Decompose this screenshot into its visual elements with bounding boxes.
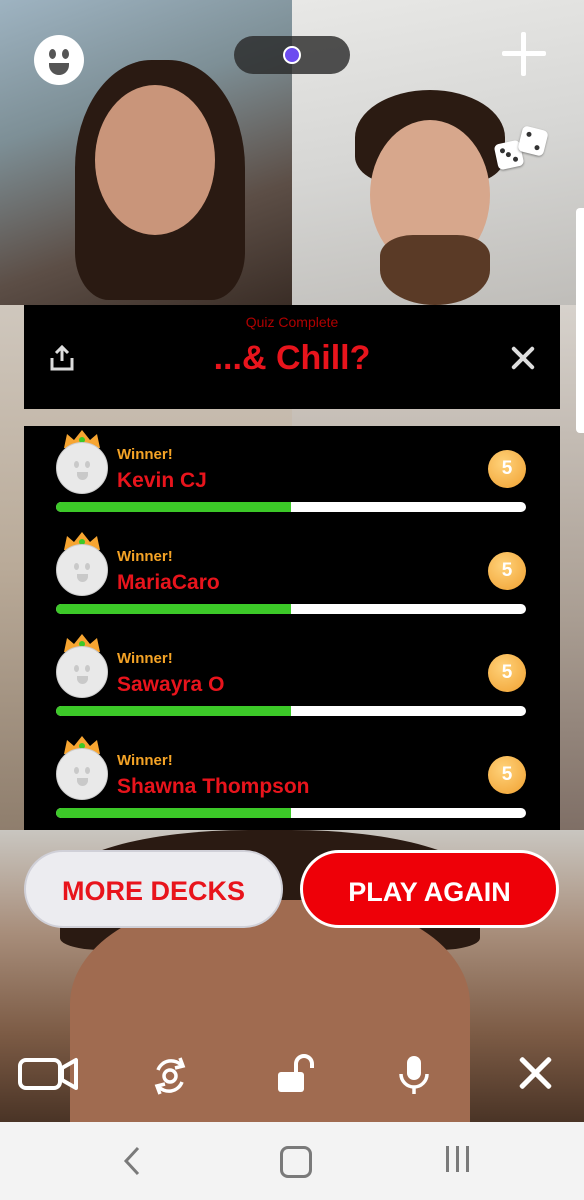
list-item: Winner! Kevin CJ 5 (24, 426, 560, 528)
progress-bar (56, 604, 526, 614)
home-icon[interactable] (280, 1146, 312, 1178)
avatar (56, 646, 108, 698)
dice-icon[interactable] (493, 124, 552, 174)
player-name: Shawna Thompson (117, 775, 310, 798)
winner-label: Winner! (117, 548, 173, 565)
score-badge: 5 (488, 654, 526, 692)
score-badge: 5 (488, 450, 526, 488)
progress-bar (56, 808, 526, 818)
score-badge: 5 (488, 756, 526, 794)
recent-apps-icon[interactable] (444, 1146, 474, 1176)
edge-panel-handle[interactable] (576, 208, 584, 433)
plus-icon[interactable] (500, 30, 548, 78)
flip-camera-icon[interactable] (150, 1054, 194, 1095)
share-icon[interactable] (50, 344, 74, 371)
record-indicator-icon (283, 46, 301, 64)
smiley-face-icon[interactable] (34, 35, 84, 85)
results-list: Winner! Kevin CJ 5 Winner! MariaCaro 5 W… (24, 426, 560, 830)
participant-2-beard (380, 235, 490, 305)
list-item: Winner! Sawayra O 5 (24, 630, 560, 732)
player-name: Sawayra O (117, 673, 225, 696)
list-item: Winner! MariaCaro 5 (24, 528, 560, 630)
player-name: Kevin CJ (117, 469, 207, 492)
system-nav-bar (0, 1122, 584, 1200)
player-name: MariaCaro (117, 571, 220, 594)
unlock-icon[interactable] (274, 1054, 318, 1094)
progress-bar (56, 502, 526, 512)
list-item: Winner! Shawna Thompson 5 (24, 732, 560, 834)
score-badge: 5 (488, 552, 526, 590)
winner-label: Winner! (117, 650, 173, 667)
more-decks-button[interactable]: MORE DECKS (24, 850, 283, 928)
avatar (56, 442, 108, 494)
quiz-title: ...& Chill? (213, 339, 371, 377)
record-indicator[interactable] (234, 36, 350, 74)
close-icon[interactable] (514, 1054, 558, 1094)
avatar (56, 748, 108, 800)
back-icon[interactable] (118, 1144, 148, 1178)
progress-bar (56, 706, 526, 716)
avatar (56, 544, 108, 596)
play-again-button[interactable]: PLAY AGAIN (300, 850, 559, 928)
video-camera-icon[interactable] (18, 1054, 78, 1094)
microphone-icon[interactable] (394, 1054, 438, 1094)
winner-label: Winner! (117, 446, 173, 463)
quiz-status: Quiz Complete (245, 314, 339, 330)
close-icon[interactable] (510, 345, 536, 371)
winner-label: Winner! (117, 752, 173, 769)
quiz-header: Quiz Complete ...& Chill? (24, 305, 560, 409)
participant-1-face (95, 85, 215, 235)
